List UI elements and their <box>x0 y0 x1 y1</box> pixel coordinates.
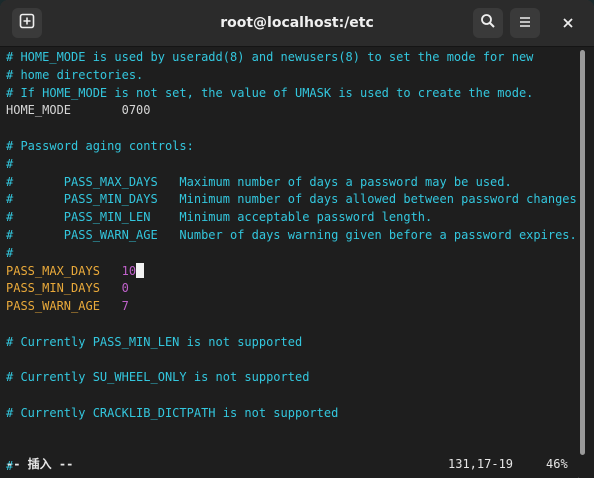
new-tab-button[interactable] <box>12 8 42 38</box>
terminal-text-segment: # <box>6 156 14 171</box>
terminal-text-segment: 0 <box>121 281 129 296</box>
terminal-line: PASS_WARN_AGE 7 <box>6 298 129 315</box>
terminal-text-segment: # PASS_MIN_LEN Minimum acceptable passwo… <box>6 210 433 225</box>
terminal-text-segment: # home directories. <box>6 67 144 82</box>
terminal-line: # Currently SU_WHEEL_ONLY is not support… <box>6 369 309 386</box>
terminal-line: # PASS_MAX_DAYS Maximum number of days a… <box>6 174 512 191</box>
terminal-text-segment: # If HOME_MODE is not set, the value of … <box>6 85 534 100</box>
terminal-text-segment: # Password aging controls: <box>6 139 194 153</box>
close-icon <box>562 14 574 33</box>
title-bar: root@localhost:/etc <box>0 0 594 47</box>
terminal-window: root@localhost:/etc # HOME_MODE is used … <box>0 0 594 478</box>
menu-button[interactable] <box>510 8 540 38</box>
terminal-line: # PASS_MIN_DAYS Minimum number of days a… <box>6 191 584 208</box>
terminal-line: PASS_MIN_DAYS 0 <box>6 280 129 297</box>
terminal-line: # If HOME_MODE is not set, the value of … <box>6 85 533 102</box>
terminal-line: # <box>6 156 13 173</box>
terminal-text-segment: # <box>6 245 14 260</box>
terminal-text-segment: 7 <box>121 299 129 314</box>
terminal-text-segment: 10 <box>121 263 137 278</box>
scrollbar-thumb[interactable] <box>580 50 585 455</box>
text-cursor <box>136 262 145 278</box>
hamburger-menu-icon <box>518 14 532 33</box>
terminal-text-segment: # Currently SU_WHEEL_ONLY is not support… <box>6 370 310 385</box>
vim-status-line: -- 插入 -- 131,17-19 46% <box>0 456 578 473</box>
terminal-line: # Password aging controls: <box>6 138 194 155</box>
insert-mode-indicator: -- 插入 -- <box>6 457 74 471</box>
terminal-line: HOME_MODE 0700 <box>6 102 151 119</box>
terminal-text-segment: PASS_MAX_DAYS <box>6 263 122 278</box>
terminal-text-segment: # Currently PASS_MIN_LEN is not supporte… <box>6 334 303 349</box>
terminal-text-segment: PASS_WARN_AGE <box>6 299 122 314</box>
terminal-text-segment: # PASS_MIN_DAYS Minimum number of days a… <box>6 192 584 207</box>
search-button[interactable] <box>473 8 503 38</box>
new-tab-icon <box>19 13 35 33</box>
terminal-text-segment: PASS_MIN_DAYS <box>6 281 122 296</box>
window-title: root@localhost:/etc <box>220 15 374 31</box>
terminal-text-segment: HOME_MODE 0700 <box>6 103 151 118</box>
terminal-text-segment: # PASS_WARN_AGE Number of days warning g… <box>6 228 577 242</box>
scroll-percent: 46% <box>546 457 568 471</box>
cursor-position: 131,17-19 <box>448 457 514 471</box>
terminal-line: # Currently PASS_MIN_LEN is not supporte… <box>6 334 302 351</box>
search-icon <box>480 13 496 33</box>
terminal-text-segment: # Currently CRACKLIB_DICTPATH is not sup… <box>6 406 339 420</box>
terminal-text-segment: # PASS_MAX_DAYS Maximum number of days a… <box>6 174 512 189</box>
terminal-text-area[interactable]: # HOME_MODE is used by useradd(8) and ne… <box>0 47 584 478</box>
terminal-line: # home directories. <box>6 67 143 84</box>
terminal-line: # PASS_WARN_AGE Number of days warning g… <box>6 227 577 244</box>
terminal-line: # Currently CRACKLIB_DICTPATH is not sup… <box>6 405 338 422</box>
close-button[interactable] <box>553 8 583 38</box>
terminal-line: # <box>6 245 13 262</box>
terminal-line: PASS_MAX_DAYS 10 <box>6 262 145 280</box>
terminal-line: # PASS_MIN_LEN Minimum acceptable passwo… <box>6 209 432 226</box>
terminal-line: # HOME_MODE is used by useradd(8) and ne… <box>6 49 533 66</box>
terminal-text-segment: # HOME_MODE is used by useradd(8) and ne… <box>6 50 534 64</box>
